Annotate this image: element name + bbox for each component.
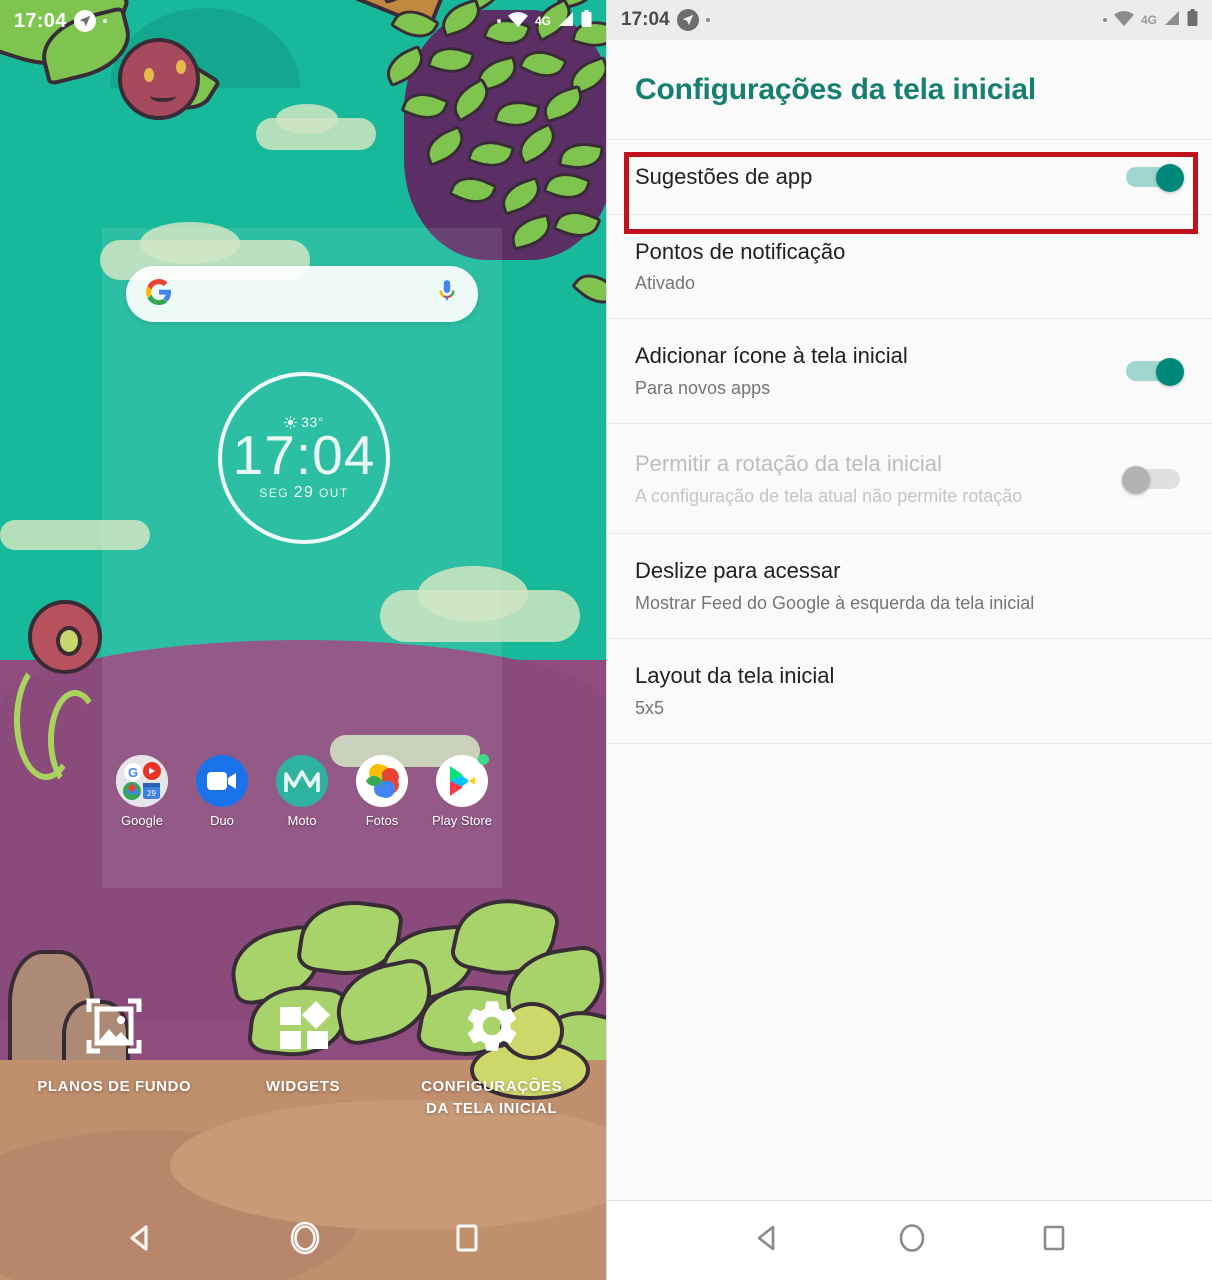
back-button[interactable] xyxy=(753,1223,783,1258)
duo-icon[interactable] xyxy=(196,755,248,807)
berry-character-icon xyxy=(118,38,200,120)
dock-label: Duo xyxy=(210,813,234,828)
dual-screenshot: 17:04 4G 33° 17:04 SEG 29 OUT G 29 Googl… xyxy=(0,0,1212,1280)
dock-label: Play Store xyxy=(432,813,492,828)
google-photos-icon[interactable] xyxy=(356,755,408,807)
dock-label: Google xyxy=(121,813,163,828)
setting-title: Deslize para acessar xyxy=(635,558,841,584)
setting-row-allow-rotation: Permitir a rotação da tela inicial A con… xyxy=(607,424,1212,535)
back-button[interactable] xyxy=(126,1223,156,1258)
wifi-icon xyxy=(507,10,529,33)
dock-item-moto[interactable]: Moto xyxy=(266,755,338,828)
widget-clock-time: 17:04 xyxy=(232,424,376,487)
signal-icon xyxy=(557,11,575,32)
dock-label: Fotos xyxy=(365,813,399,828)
setting-subtitle: Ativado xyxy=(635,273,696,294)
home-settings-panel: 17:04 4G Configurações da tela inicial S… xyxy=(606,0,1212,1280)
action-label: WIDGETS xyxy=(265,1078,341,1095)
home-screen-panel: 17:04 4G 33° 17:04 SEG 29 OUT G 29 Googl… xyxy=(0,0,606,1280)
battery-icon xyxy=(581,9,592,33)
dock-item-play-store[interactable]: Play Store xyxy=(426,754,498,828)
dock-label: Moto xyxy=(287,813,317,828)
dock-item-duo[interactable]: Duo xyxy=(186,755,258,828)
network-type-label: 4G xyxy=(534,14,551,28)
widgets-icon xyxy=(272,995,334,1062)
navigation-pin-icon xyxy=(73,10,96,32)
home-button[interactable] xyxy=(896,1222,928,1259)
gear-icon xyxy=(461,995,523,1062)
dot-icon xyxy=(705,18,710,22)
settings-list: Sugestões de app Pontos de notificação A… xyxy=(607,140,1212,744)
status-bar-home: 17:04 4G xyxy=(0,0,606,42)
battery-icon xyxy=(1187,8,1198,32)
google-search-bar[interactable] xyxy=(126,266,478,322)
dot-icon xyxy=(1102,18,1107,22)
wifi-icon xyxy=(1113,9,1135,32)
google-g-icon xyxy=(146,278,172,310)
page-title: Configurações da tela inicial xyxy=(635,72,1036,106)
setting-subtitle: A configuração de tela atual não permite… xyxy=(635,485,1023,506)
setting-subtitle: 5x5 xyxy=(635,697,665,718)
system-nav-bar-settings xyxy=(607,1200,1212,1280)
setting-title: Pontos de notificação xyxy=(635,238,846,264)
setting-title: Layout da tela inicial xyxy=(635,663,835,689)
status-time: 17:04 xyxy=(14,9,67,32)
clock-weather-widget[interactable]: 33° 17:04 SEG 29 OUT xyxy=(218,372,390,544)
wallpaper-icon xyxy=(83,995,145,1062)
status-bar-settings: 17:04 4G xyxy=(607,0,1212,40)
setting-row-swipe-to-access[interactable]: Deslize para acessar Mostrar Feed do Goo… xyxy=(607,534,1212,640)
setting-subtitle: Para novos apps xyxy=(635,378,771,399)
moto-icon[interactable] xyxy=(276,755,328,807)
google-folder-icon[interactable]: G 29 xyxy=(116,755,168,807)
navigation-pin-icon xyxy=(676,9,699,31)
dock-item-google[interactable]: G 29 Google xyxy=(106,755,178,828)
notification-dot-icon xyxy=(478,754,489,765)
settings-header: Configurações da tela inicial xyxy=(607,40,1212,140)
home-editor-actions: PLANOS DE FUNDO WIDGETS CONFIGURAÇÕES DA… xyxy=(0,995,606,1120)
widgets-button[interactable]: WIDGETS xyxy=(215,995,390,1098)
system-nav-bar-home xyxy=(0,1200,606,1280)
microphone-icon[interactable] xyxy=(436,279,458,310)
play-store-icon[interactable] xyxy=(436,754,489,807)
setting-row-add-icon-to-home[interactable]: Adicionar ícone à tela inicial Para novo… xyxy=(607,319,1212,425)
action-label: CONFIGURAÇÕES DA TELA INICIAL xyxy=(421,1078,563,1117)
home-settings-button[interactable]: CONFIGURAÇÕES DA TELA INICIAL xyxy=(404,995,579,1120)
app-dock: G 29 Google Duo Moto Fotos Play Store xyxy=(102,754,502,828)
setting-title: Permitir a rotação da tela inicial xyxy=(635,450,942,476)
signal-icon xyxy=(1163,10,1181,31)
allow-rotation-toggle xyxy=(1122,465,1184,494)
setting-row-home-layout[interactable]: Layout da tela inicial 5x5 xyxy=(607,639,1212,744)
recents-button[interactable] xyxy=(454,1223,480,1258)
home-button[interactable] xyxy=(288,1221,322,1260)
setting-subtitle: Mostrar Feed do Google à esquerda da tel… xyxy=(635,592,1035,613)
setting-title: Adicionar ícone à tela inicial xyxy=(635,343,908,369)
status-time: 17:04 xyxy=(621,9,670,30)
svg-text:29: 29 xyxy=(147,789,156,798)
widget-date: SEG 29 OUT xyxy=(259,483,349,501)
dot-icon xyxy=(102,19,107,23)
setting-row-notification-dots[interactable]: Pontos de notificação Ativado xyxy=(607,215,1212,320)
add-icon-to-home-toggle[interactable] xyxy=(1122,358,1184,387)
setting-row-app-suggestions[interactable]: Sugestões de app xyxy=(607,140,1212,215)
wallpapers-button[interactable]: PLANOS DE FUNDO xyxy=(27,995,202,1098)
setting-title: Sugestões de app xyxy=(635,164,813,189)
app-suggestions-toggle[interactable] xyxy=(1122,163,1184,192)
network-type-label: 4G xyxy=(1140,13,1157,27)
dot-icon xyxy=(496,19,501,23)
svg-text:G: G xyxy=(128,765,138,780)
recents-button[interactable] xyxy=(1041,1223,1067,1258)
action-label: PLANOS DE FUNDO xyxy=(37,1078,192,1095)
dock-item-fotos[interactable]: Fotos xyxy=(346,755,418,828)
